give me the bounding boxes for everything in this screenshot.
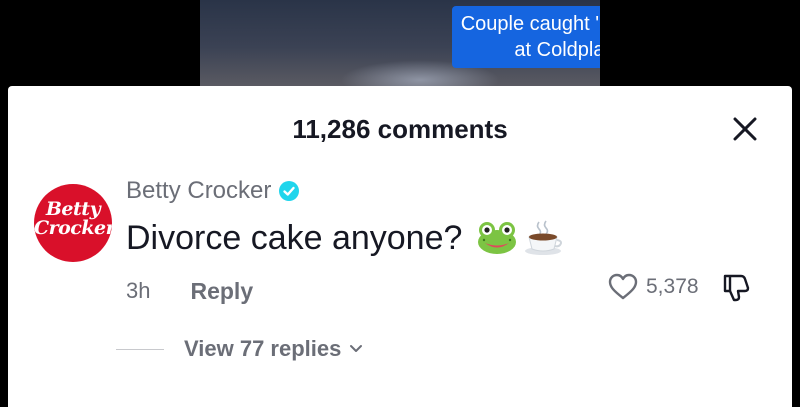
chevron-down-icon[interactable] — [349, 344, 363, 354]
avatar-logo-text: Betty Crocker — [34, 198, 112, 239]
comment-timestamp: 3h — [126, 278, 151, 303]
comment-meta: 3h Reply — [126, 276, 253, 306]
video-caption-box: Couple caught 'having an affair' at Cold… — [452, 6, 600, 68]
coffee-emoji-icon — [525, 220, 563, 255]
verified-badge-icon — [279, 181, 300, 201]
replies-divider-line — [116, 348, 164, 350]
comment-author-row: Betty Crocker — [126, 176, 300, 206]
video-caption: Couple caught 'having an affair' at Cold… — [460, 13, 600, 61]
like-count: 5,378 — [646, 275, 699, 298]
comments-count-title: 11,286 comments — [292, 114, 508, 144]
comment-reactions: 5,378 — [608, 270, 751, 304]
thumbs-down-icon[interactable] — [721, 272, 751, 302]
frog-emoji-icon — [478, 222, 517, 254]
view-replies-button[interactable]: View 77 replies — [184, 336, 341, 362]
comments-panel: 11,286 comments Betty Crocker Betty Croc… — [8, 86, 792, 407]
close-icon[interactable] — [728, 112, 762, 146]
video-background[interactable]: Couple caught 'having an affair' at Cold… — [200, 0, 600, 86]
avatar[interactable]: Betty Crocker — [34, 184, 112, 262]
reply-button[interactable]: Reply — [190, 278, 253, 305]
comment-text: Divorce cake anyone? — [126, 218, 463, 257]
view-replies-row: View 77 replies — [116, 334, 363, 364]
heart-icon[interactable] — [608, 273, 638, 301]
comment-body: Divorce cake anyone? — [126, 216, 564, 260]
comment-username[interactable]: Betty Crocker — [126, 177, 271, 205]
